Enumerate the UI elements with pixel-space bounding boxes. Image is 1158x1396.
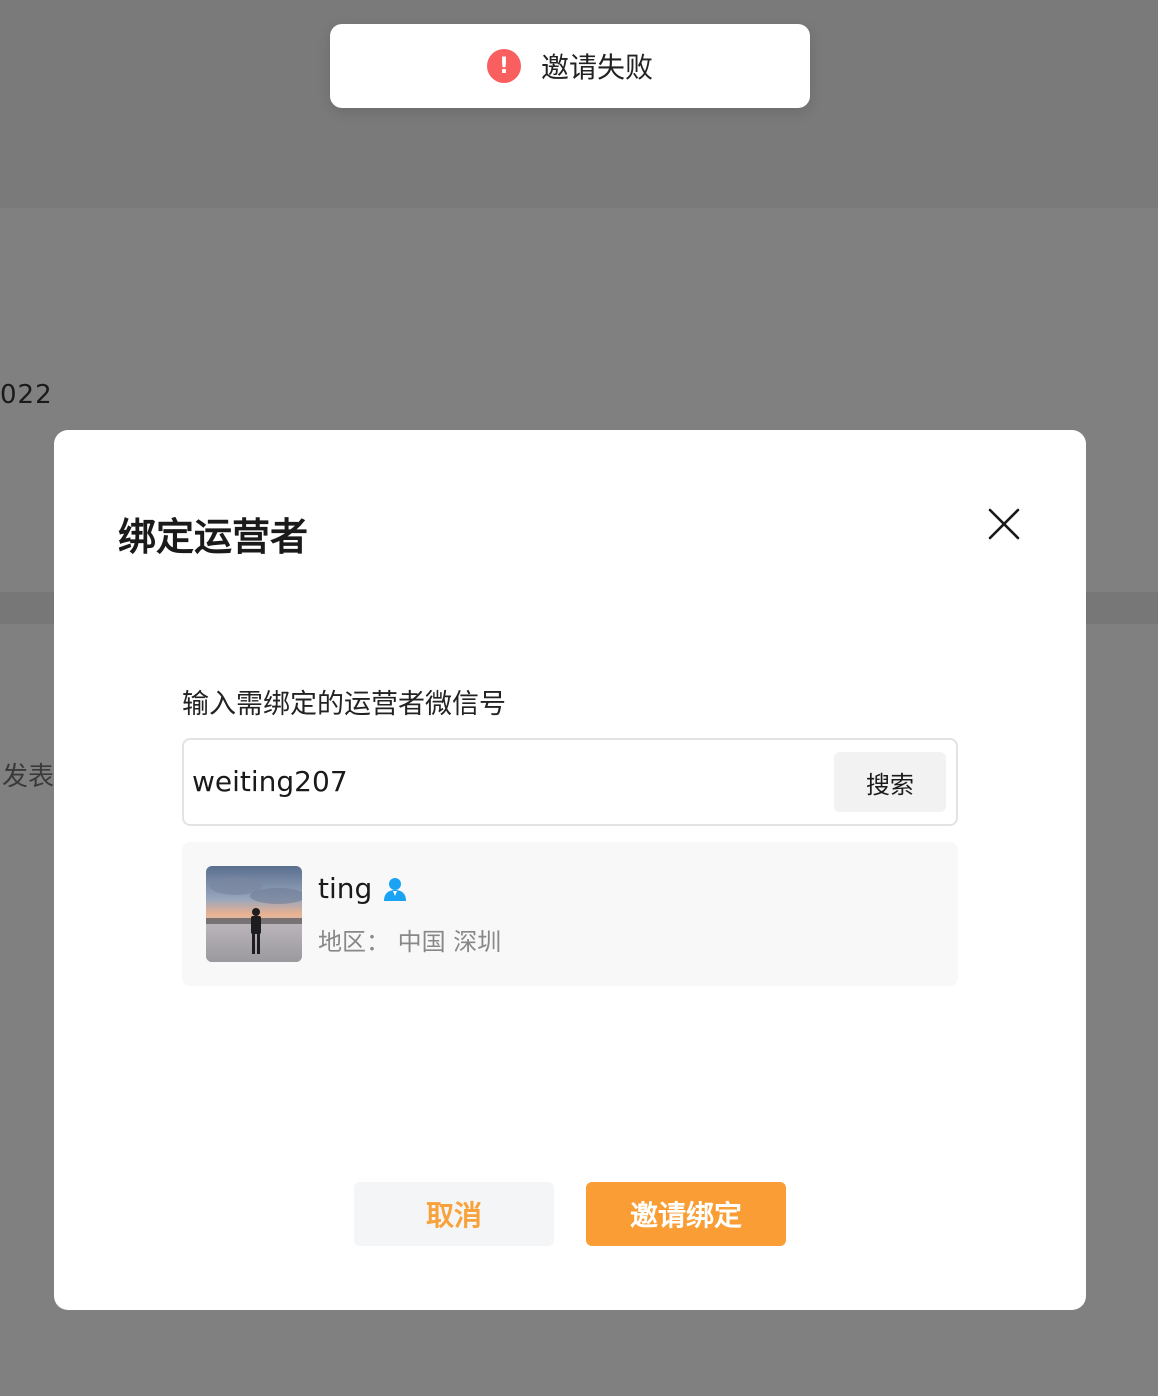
close-icon xyxy=(988,508,1020,540)
error-icon: ! xyxy=(486,49,521,83)
search-button[interactable]: 搜索 xyxy=(834,752,946,812)
operator-region: 地区： 中国 深圳 xyxy=(318,928,502,956)
background-publish-text: 发表 xyxy=(2,762,55,792)
person-icon xyxy=(384,877,407,901)
wechat-id-input[interactable] xyxy=(192,754,812,808)
toast-message: 邀请失败 xyxy=(540,51,653,84)
dialog-title: 绑定运营者 xyxy=(118,515,309,559)
background-year-text: 022 xyxy=(0,380,53,410)
close-button[interactable] xyxy=(984,504,1024,544)
search-result-card[interactable]: ting 地区： 中国 深圳 xyxy=(182,842,958,986)
bind-operator-dialog: 绑定运营者 输入需绑定的运营者微信号 搜索 xyxy=(54,430,1086,1310)
result-name-row: ting xyxy=(318,872,408,905)
cancel-button[interactable]: 取消 xyxy=(354,1182,554,1246)
invite-bind-button[interactable]: 邀请绑定 xyxy=(586,1182,786,1246)
search-box: 搜索 xyxy=(182,738,958,826)
operator-name: ting xyxy=(318,872,373,905)
avatar xyxy=(206,866,302,962)
error-toast: ! 邀请失败 xyxy=(330,24,810,108)
wechat-id-label: 输入需绑定的运营者微信号 xyxy=(182,689,506,720)
